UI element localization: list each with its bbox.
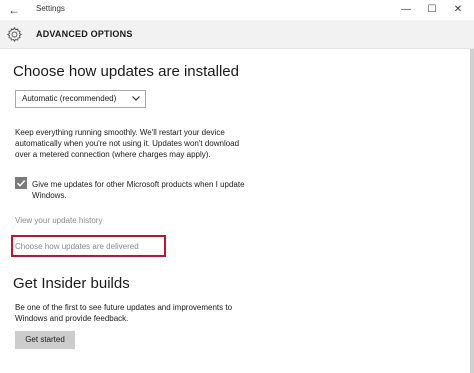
install-mode-dropdown[interactable]: Automatic (recommended) [15, 90, 146, 108]
section-heading-install: Choose how updates are installed [13, 63, 239, 80]
gear-icon [6, 26, 23, 43]
main-content: Choose how updates are installed Automat… [0, 49, 474, 373]
back-arrow-icon[interactable]: ← [6, 3, 22, 17]
insider-description-line: Be one of the first to see future update… [15, 303, 233, 312]
install-description-line: automatically when you're not using it. … [15, 139, 240, 148]
title-bar: ← Settings — ☐ ✕ [0, 0, 474, 20]
checkbox-label: Give me updates for other Microsoft prod… [32, 179, 432, 201]
maximize-button[interactable]: ☐ [419, 2, 445, 18]
page-header: ADVANCED OPTIONS [0, 20, 474, 49]
minimize-button[interactable]: — [393, 2, 419, 18]
page-title: ADVANCED OPTIONS [36, 29, 133, 39]
highlight-annotation [11, 235, 166, 257]
scrollbar[interactable] [470, 49, 474, 373]
chevron-down-icon [132, 96, 140, 101]
dropdown-value: Automatic (recommended) [22, 94, 117, 103]
close-button[interactable]: ✕ [445, 2, 471, 18]
checkbox-label-line: Give me updates for other Microsoft prod… [32, 180, 245, 189]
insider-description: Be one of the first to see future update… [15, 302, 425, 324]
checkmark-icon [16, 179, 26, 187]
install-description-line: Keep everything running smoothly. We'll … [15, 128, 225, 137]
checkbox-label-line: Windows. [32, 191, 67, 200]
install-description: Keep everything running smoothly. We'll … [15, 127, 425, 160]
install-description-line: over a metered connection (where charges… [15, 150, 211, 159]
insider-description-line: Windows and provide feedback. [15, 314, 129, 323]
get-started-button[interactable]: Get started [15, 331, 75, 349]
microsoft-products-checkbox[interactable] [15, 177, 27, 189]
view-update-history-link[interactable]: View your update history [15, 216, 102, 225]
app-title: Settings [36, 4, 65, 13]
section-heading-insider: Get Insider builds [13, 275, 130, 292]
